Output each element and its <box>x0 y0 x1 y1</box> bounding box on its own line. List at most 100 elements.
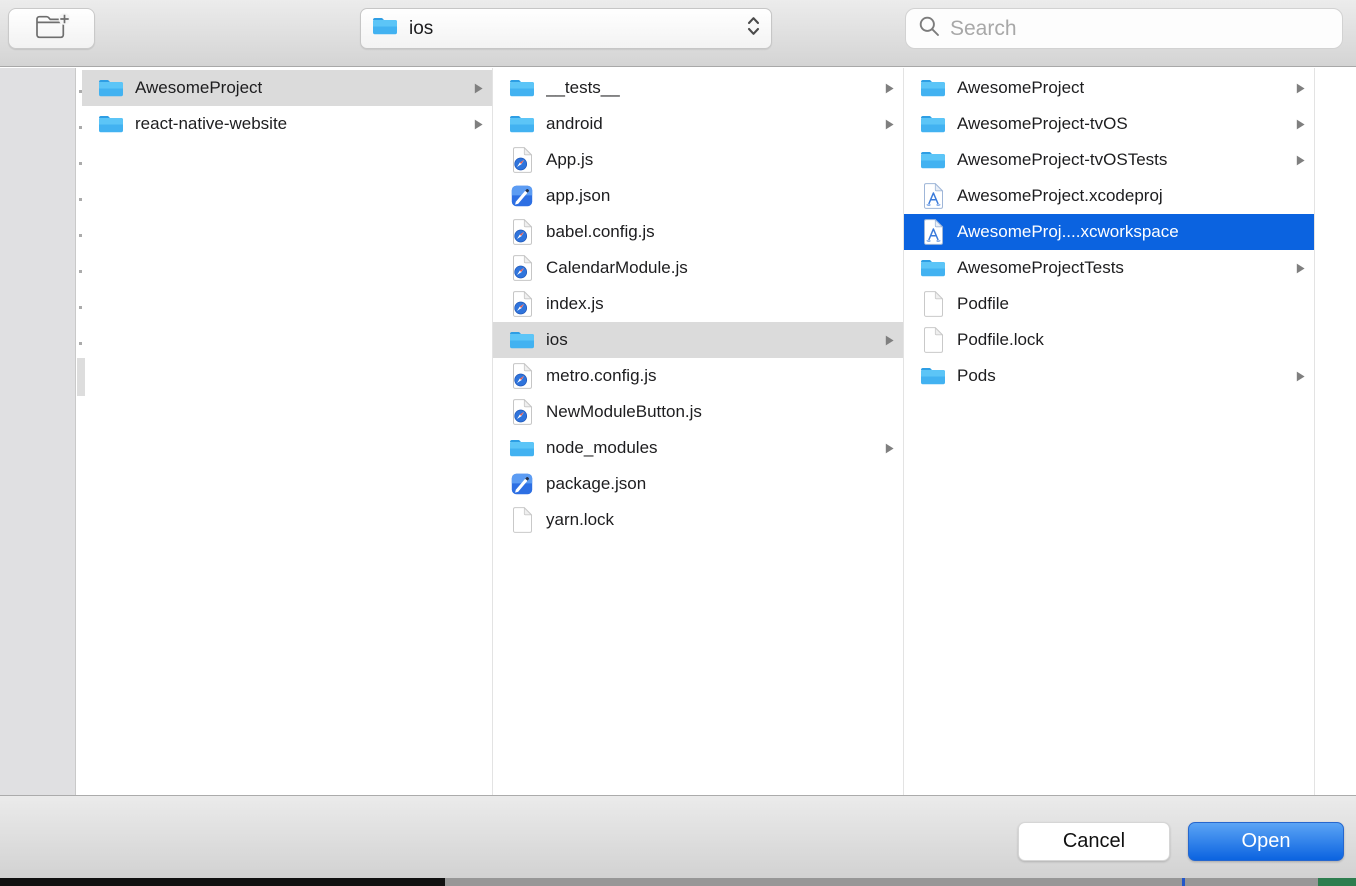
json-file-icon <box>507 185 537 207</box>
file-row[interactable]: react-native-website <box>82 106 492 142</box>
file-row[interactable]: AwesomeProject-tvOSTests <box>904 142 1314 178</box>
file-name: index.js <box>546 294 604 314</box>
background-window-edge-green <box>1318 878 1356 886</box>
path-dropdown-value: ios <box>409 18 746 40</box>
folder-icon <box>507 330 537 350</box>
file-row[interactable]: AwesomeProject <box>82 70 492 106</box>
browser-column-1: AwesomeProject react-native-website <box>82 68 493 795</box>
file-name: AwesomeProj....xcworkspace <box>957 222 1179 242</box>
disclosure-triangle-icon <box>878 118 895 131</box>
file-name: node_modules <box>546 438 658 458</box>
disclosure-triangle-icon <box>1289 82 1306 95</box>
file-row[interactable]: app.json <box>493 178 903 214</box>
file-row[interactable]: AwesomeProject.xcodeproj <box>904 178 1314 214</box>
file-row[interactable]: metro.config.js <box>493 358 903 394</box>
file-row[interactable]: babel.config.js <box>493 214 903 250</box>
new-folder-button[interactable] <box>8 8 95 49</box>
sidebar-divider-dot <box>79 342 82 345</box>
file-row[interactable]: AwesomeProject-tvOS <box>904 106 1314 142</box>
browser-column-3: AwesomeProject AwesomeProject-tvOS Aweso… <box>904 68 1315 795</box>
search-icon <box>918 15 941 43</box>
column-browser: AwesomeProject react-native-website __te… <box>0 68 1356 795</box>
file-row[interactable]: Pods <box>904 358 1314 394</box>
disclosure-triangle-icon <box>1289 118 1306 131</box>
folder-icon <box>507 78 537 98</box>
folder-icon <box>918 258 948 278</box>
folder-icon <box>918 78 948 98</box>
folder-icon <box>918 114 948 134</box>
js-file-icon <box>507 255 537 281</box>
file-name: AwesomeProject <box>957 78 1084 98</box>
file-name: CalendarModule.js <box>546 258 688 278</box>
file-row[interactable]: package.json <box>493 466 903 502</box>
file-name: App.js <box>546 150 593 170</box>
file-name: babel.config.js <box>546 222 655 242</box>
search-input[interactable] <box>950 17 1330 41</box>
folder-icon <box>507 114 537 134</box>
dialog-footer: Cancel Open <box>0 795 1356 878</box>
folder-icon <box>96 78 126 98</box>
background-window-edge <box>0 878 1356 886</box>
file-name: NewModuleButton.js <box>546 402 702 422</box>
disclosure-triangle-icon <box>1289 154 1306 167</box>
background-window-edge-dark <box>0 878 445 886</box>
file-name: AwesomeProject-tvOS <box>957 114 1128 134</box>
file-name: AwesomeProject-tvOSTests <box>957 150 1167 170</box>
sidebar-divider-dot <box>79 306 82 309</box>
sidebar-divider-dot <box>79 162 82 165</box>
file-row[interactable]: NewModuleButton.js <box>493 394 903 430</box>
file-row[interactable]: android <box>493 106 903 142</box>
file-row[interactable]: Podfile.lock <box>904 322 1314 358</box>
js-file-icon <box>507 291 537 317</box>
folder-icon <box>96 114 126 134</box>
disclosure-triangle-icon <box>1289 370 1306 383</box>
file-name: __tests__ <box>546 78 620 98</box>
json-file-icon <box>507 473 537 495</box>
doc-file-icon <box>918 291 948 317</box>
file-row[interactable]: AwesomeProj....xcworkspace <box>904 214 1314 250</box>
file-name: Podfile <box>957 294 1009 314</box>
xcode-file-icon <box>918 183 948 209</box>
disclosure-triangle-icon <box>878 82 895 95</box>
search-field[interactable] <box>905 8 1343 49</box>
file-row[interactable]: AwesomeProjectTests <box>904 250 1314 286</box>
file-name: react-native-website <box>135 114 287 134</box>
path-dropdown[interactable]: ios <box>360 8 772 49</box>
toolbar: ios <box>0 0 1356 67</box>
disclosure-triangle-icon <box>878 334 895 347</box>
file-row[interactable]: yarn.lock <box>493 502 903 538</box>
file-row[interactable]: index.js <box>493 286 903 322</box>
file-name: Podfile.lock <box>957 330 1044 350</box>
file-row[interactable]: __tests__ <box>493 70 903 106</box>
folder-icon <box>918 366 948 386</box>
sidebar-divider-dot <box>79 234 82 237</box>
background-window-edge-blue <box>1182 878 1185 886</box>
file-name: app.json <box>546 186 610 206</box>
cancel-button[interactable]: Cancel <box>1018 822 1170 861</box>
file-row[interactable]: App.js <box>493 142 903 178</box>
js-file-icon <box>507 147 537 173</box>
file-row[interactable]: Podfile <box>904 286 1314 322</box>
doc-file-icon <box>918 327 948 353</box>
file-row[interactable]: CalendarModule.js <box>493 250 903 286</box>
browser-column-2: __tests__ android App.js app.json <box>493 68 904 795</box>
file-name: AwesomeProject <box>135 78 262 98</box>
file-row[interactable]: node_modules <box>493 430 903 466</box>
file-name: yarn.lock <box>546 510 614 530</box>
new-folder-icon <box>34 13 70 44</box>
sidebar-strip <box>0 68 76 795</box>
file-row[interactable]: ios <box>493 322 903 358</box>
file-row[interactable]: AwesomeProject <box>904 70 1314 106</box>
open-button[interactable]: Open <box>1188 822 1344 861</box>
doc-file-icon <box>507 507 537 533</box>
xcode-file-icon <box>918 219 948 245</box>
chevron-up-down-icon <box>746 14 761 43</box>
disclosure-triangle-icon <box>1289 262 1306 275</box>
file-name: AwesomeProjectTests <box>957 258 1124 278</box>
sidebar-divider-dot <box>79 198 82 201</box>
folder-icon <box>918 150 948 170</box>
file-name: package.json <box>546 474 646 494</box>
disclosure-triangle-icon <box>467 118 484 131</box>
folder-icon <box>507 438 537 458</box>
file-name: ios <box>546 330 568 350</box>
